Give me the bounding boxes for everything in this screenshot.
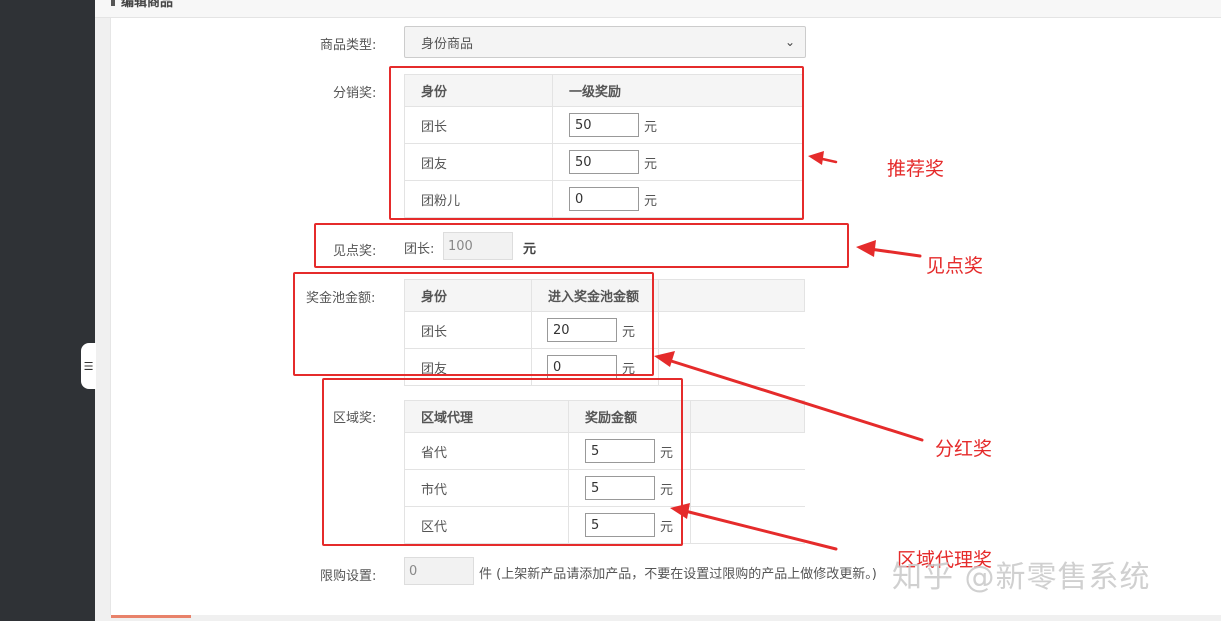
region-header-agent: 区域代理	[404, 400, 569, 433]
annotation-see-point: 见点奖	[926, 255, 984, 277]
region-filler-cell	[690, 432, 805, 470]
distribution-header-identity: 身份	[404, 74, 553, 107]
region-amount-input[interactable]	[585, 439, 655, 463]
unit-label: 元	[622, 324, 636, 340]
region-row-name: 市代	[404, 469, 569, 507]
distribution-row-name: 团友	[404, 143, 553, 181]
distribution-reward-input[interactable]	[569, 113, 639, 137]
distribution-reward-input[interactable]	[569, 150, 639, 174]
pool-amount-input[interactable]	[547, 355, 617, 379]
product-type-select[interactable]: 身份商品 ⌄	[404, 26, 806, 58]
region-filler-cell	[690, 506, 805, 544]
pool-row-name: 团长	[404, 311, 532, 349]
table-row: 团友 元	[404, 143, 803, 181]
unit-label: 元	[644, 156, 658, 172]
table-row: 团友 元	[404, 348, 805, 386]
see-point-unit: 元	[523, 242, 537, 257]
table-row: 团长 元	[404, 106, 803, 144]
region-row-name: 省代	[404, 432, 569, 470]
page-title: 编辑商品	[121, 0, 174, 10]
page-header-bar: 编辑商品	[95, 0, 1221, 18]
unit-label: 元	[660, 482, 674, 498]
product-type-label: 商品类型:	[320, 38, 377, 53]
pool-label: 奖金池金额:	[306, 291, 376, 306]
bottom-tab-indicator	[111, 615, 191, 618]
pool-amount-input[interactable]	[547, 318, 617, 342]
see-point-field-label: 团长:	[404, 242, 435, 257]
pool-header-identity: 身份	[404, 279, 532, 312]
unit-label: 元	[644, 193, 658, 209]
region-table: 区域代理 奖励金额 省代 元 市代 元 区代 元	[404, 400, 805, 544]
limit-label: 限购设置:	[320, 569, 377, 584]
region-header-amount: 奖励金额	[568, 400, 691, 433]
region-label: 区域奖:	[333, 411, 377, 426]
distribution-table: 身份 一级奖励 团长 元 团友 元 团粉儿 元	[404, 74, 803, 218]
region-filler-cell	[690, 469, 805, 507]
header-marker	[111, 0, 115, 6]
annotation-recommend: 推荐奖	[887, 158, 945, 180]
table-row: 省代 元	[404, 432, 805, 470]
table-row: 团长 元	[404, 311, 805, 349]
pool-row-name: 团友	[404, 348, 532, 386]
distribution-header-reward: 一级奖励	[552, 74, 803, 107]
chevron-down-icon: ⌄	[784, 35, 795, 49]
limit-note: 件 (上架新产品请添加产品，不要在设置过限购的产品上做修改更新。)	[479, 567, 877, 582]
product-type-value: 身份商品	[421, 36, 474, 52]
pool-filler-cell	[658, 311, 805, 349]
see-point-input[interactable]	[443, 232, 513, 260]
unit-label: 元	[660, 519, 674, 535]
distribution-label: 分销奖:	[333, 86, 377, 101]
region-amount-input[interactable]	[585, 476, 655, 500]
pool-filler-cell	[658, 348, 805, 386]
sidebar	[0, 0, 95, 621]
unit-label: 元	[660, 445, 674, 461]
pool-header-filler	[658, 279, 805, 312]
distribution-reward-input[interactable]	[569, 187, 639, 211]
watermark: 知乎 @新零售系统	[892, 560, 1151, 595]
table-row: 团粉儿 元	[404, 180, 803, 218]
annotation-dividend: 分红奖	[935, 438, 993, 460]
sidebar-collapse-toggle[interactable]: ☰	[81, 343, 96, 389]
distribution-row-name: 团粉儿	[404, 180, 553, 218]
table-row: 市代 元	[404, 469, 805, 507]
pool-header-amount: 进入奖金池金额	[531, 279, 659, 312]
limit-input[interactable]	[404, 557, 474, 585]
see-point-label: 见点奖:	[333, 244, 377, 259]
region-row-name: 区代	[404, 506, 569, 544]
unit-label: 元	[622, 361, 636, 377]
unit-label: 元	[644, 119, 658, 135]
distribution-row-name: 团长	[404, 106, 553, 144]
bottom-strip	[95, 615, 1221, 621]
region-header-filler	[690, 400, 805, 433]
table-row: 区代 元	[404, 506, 805, 544]
pool-table: 身份 进入奖金池金额 团长 元 团友 元	[404, 279, 805, 386]
region-amount-input[interactable]	[585, 513, 655, 537]
indent-icon: ☰	[83, 359, 94, 373]
